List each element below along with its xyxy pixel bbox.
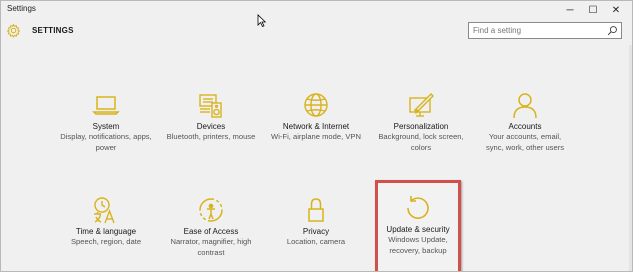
ease-of-access-icon xyxy=(199,198,223,222)
search-input[interactable] xyxy=(473,24,601,37)
tile-privacy-label: Privacy xyxy=(302,227,330,236)
tile-update-security-description: Windows Update, recovery, backup xyxy=(388,235,448,255)
tile-privacy[interactable]: Privacy Location, camera xyxy=(268,195,364,271)
page-title: SETTINGS xyxy=(32,26,74,35)
tile-accounts-description: Your accounts, email, sync, work, other … xyxy=(485,132,565,152)
tile-time-language-description: Speech, region, date xyxy=(70,237,142,246)
paint-monitor-icon xyxy=(409,93,434,117)
clock-language-icon xyxy=(94,197,115,224)
tile-ease-of-access-description: Narrator, magnifier, high contrast xyxy=(170,237,252,257)
settings-header: SETTINGS xyxy=(1,19,632,45)
tile-system[interactable]: System Display, notifications, apps, pow… xyxy=(58,90,154,166)
tile-personalization-label: Personalization xyxy=(393,122,449,131)
tile-update-security-label: Update & security xyxy=(386,225,450,234)
tile-system-label: System xyxy=(92,122,120,131)
tile-devices-label: Devices xyxy=(196,122,226,131)
title-bar: Settings ─ ☐ ✕ xyxy=(1,1,632,19)
tile-devices[interactable]: Devices Bluetooth, printers, mouse xyxy=(163,90,259,166)
tile-time-language-label: Time & language xyxy=(75,227,137,236)
gear-icon[interactable] xyxy=(6,23,21,38)
laptop-icon xyxy=(92,96,120,115)
tile-personalization-description: Background, lock screen, colors xyxy=(378,132,464,152)
tile-personalization[interactable]: Personalization Background, lock screen,… xyxy=(373,90,469,166)
tile-accounts[interactable]: Accounts Your accounts, email, sync, wor… xyxy=(477,90,573,166)
keyboard-speaker-icon xyxy=(199,94,222,118)
person-icon xyxy=(513,93,537,119)
scrollbar[interactable] xyxy=(629,45,632,271)
close-button[interactable]: ✕ xyxy=(602,1,630,19)
tile-network-description: Wi-Fi, airplane mode, VPN xyxy=(271,132,361,141)
search-icon[interactable] xyxy=(607,25,618,36)
globe-icon xyxy=(304,93,328,117)
tile-time-language[interactable]: Time & language Speech, region, date xyxy=(58,195,154,271)
tile-system-description: Display, notifications, apps, power xyxy=(60,132,152,152)
tile-accounts-label: Accounts xyxy=(508,122,542,131)
tile-network-label: Network & Internet xyxy=(282,122,350,131)
tile-devices-description: Bluetooth, printers, mouse xyxy=(166,132,256,141)
search-box[interactable] xyxy=(468,22,622,39)
refresh-icon xyxy=(407,196,429,219)
tile-privacy-description: Location, camera xyxy=(286,237,346,246)
tile-network[interactable]: Network & Internet Wi-Fi, airplane mode,… xyxy=(268,90,364,166)
tile-ease-of-access[interactable]: Ease of Access Narrator, magnifier, high… xyxy=(163,195,259,271)
tile-ease-of-access-label: Ease of Access xyxy=(183,227,239,236)
window-title: Settings xyxy=(7,4,36,13)
tile-update-security[interactable]: Update & security Windows Update, recove… xyxy=(375,180,461,271)
settings-window: Settings ─ ☐ ✕ SETTINGS Find a setting S… xyxy=(0,0,633,272)
lock-icon xyxy=(308,198,324,222)
